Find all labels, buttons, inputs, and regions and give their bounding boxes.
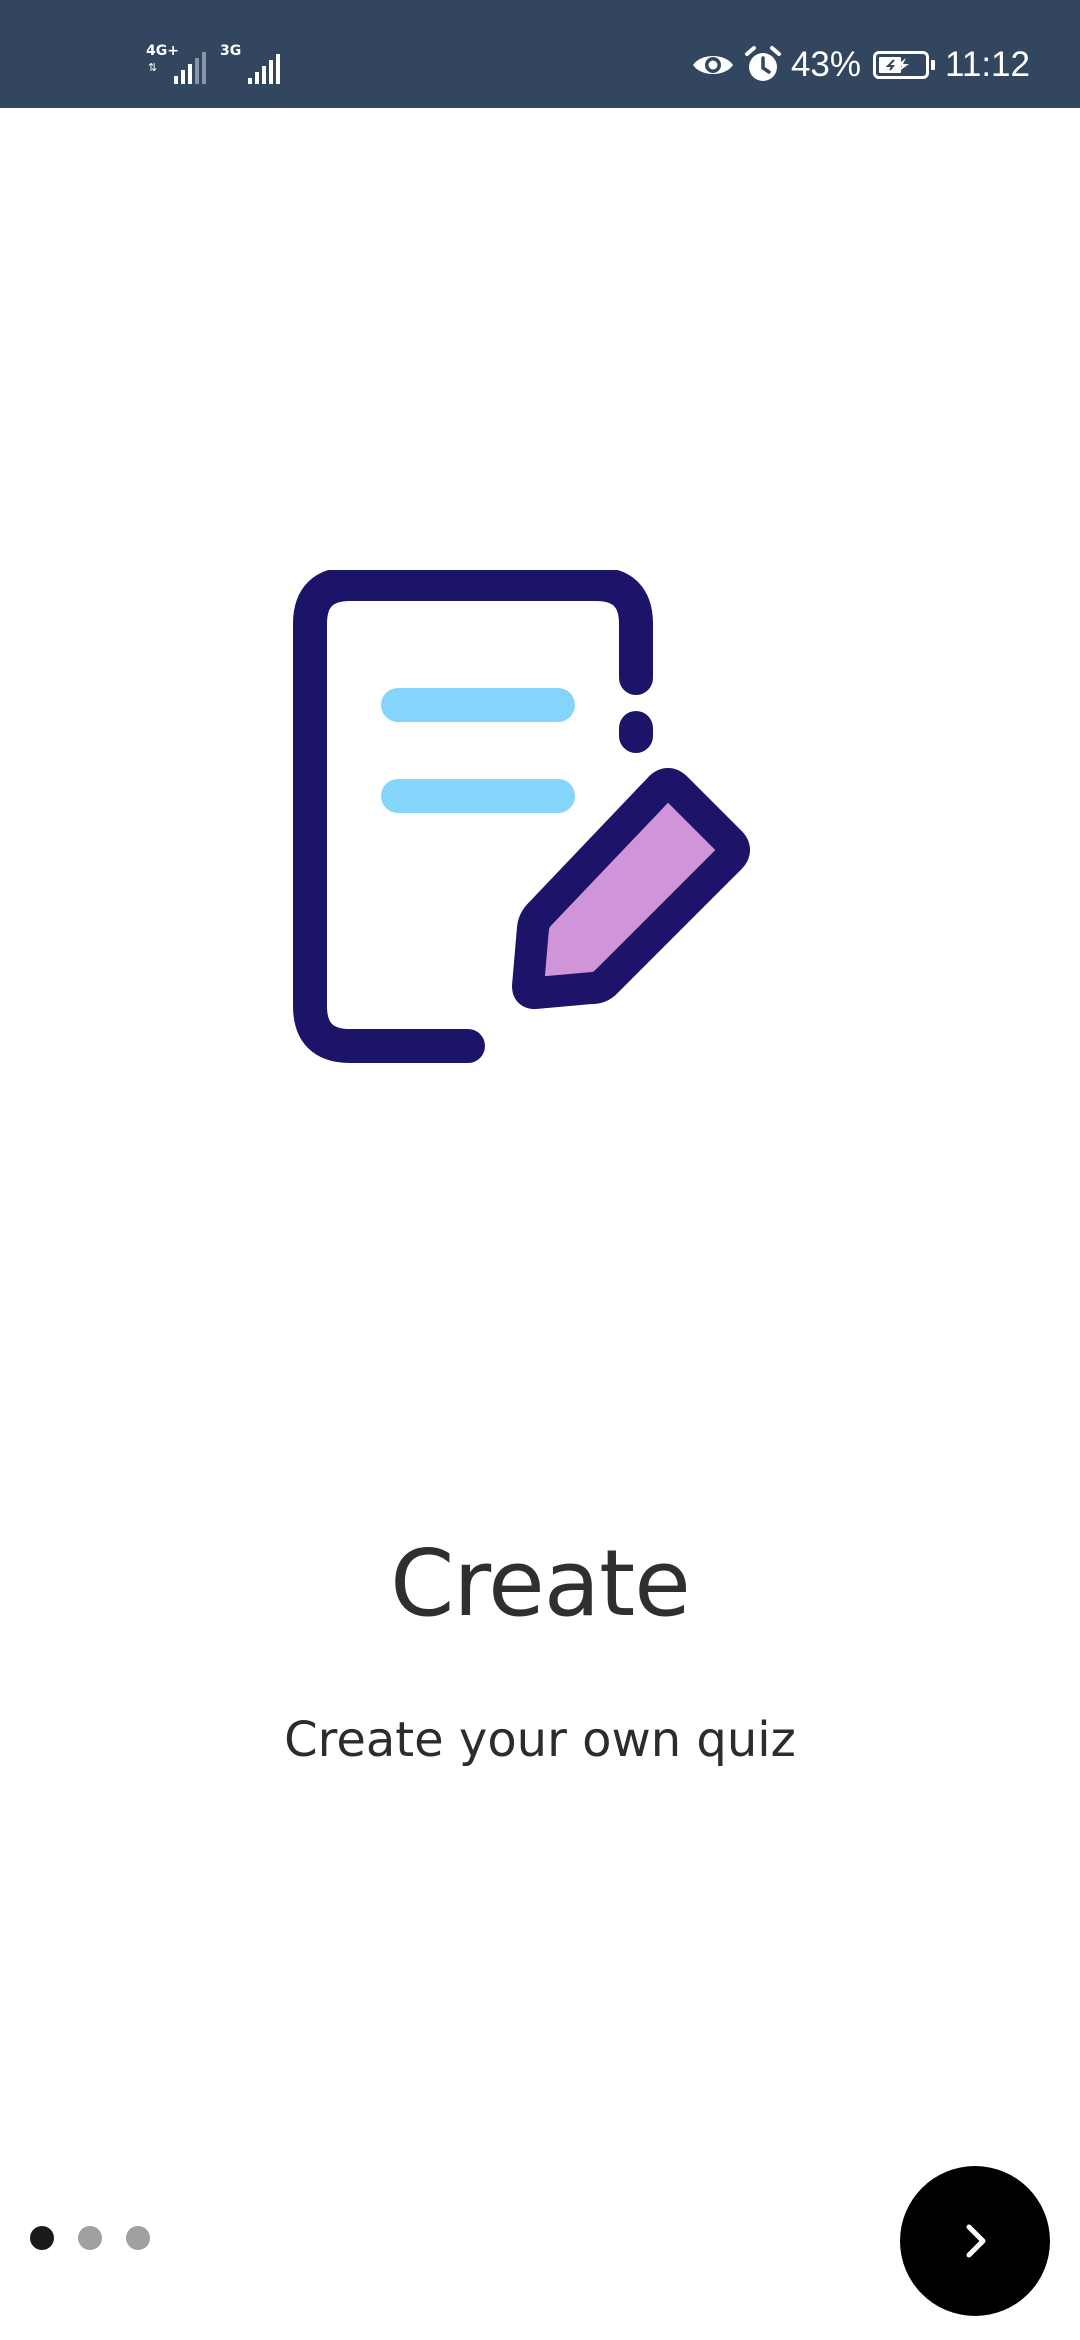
eye-icon <box>692 56 733 74</box>
onboarding-title: Create <box>390 1530 691 1637</box>
clock: 11:12 <box>945 45 1030 84</box>
page-indicator <box>30 2226 150 2250</box>
signal-icon <box>248 54 280 84</box>
status-bar: 4G+ ⇅ 3G 43% 11:12 <box>0 0 1080 108</box>
onboarding-subtitle: Create your own quiz <box>284 1712 796 1768</box>
page-dot-3[interactable] <box>126 2226 150 2250</box>
data-arrows-icon: ⇅ <box>148 61 158 74</box>
page-dot-2[interactable] <box>78 2226 102 2250</box>
network-type-3g: 3G <box>220 43 242 59</box>
chevron-right-icon <box>966 2224 986 2258</box>
status-right-group: 43% 11:12 <box>691 40 1030 90</box>
next-button[interactable] <box>900 2166 1050 2316</box>
document-edit-icon <box>293 570 750 1063</box>
network-indicators: 4G+ ⇅ 3G <box>146 44 280 84</box>
signal-4g-indicator: 4G+ ⇅ <box>146 44 206 84</box>
signal-3g-indicator: 3G <box>220 44 280 84</box>
alarm-icon <box>744 46 781 81</box>
battery-percent: 43% <box>790 45 861 84</box>
battery-charging-icon <box>873 51 935 79</box>
page-dot-1[interactable] <box>30 2226 54 2250</box>
signal-icon <box>174 52 206 84</box>
pencil-shape <box>512 768 750 1010</box>
